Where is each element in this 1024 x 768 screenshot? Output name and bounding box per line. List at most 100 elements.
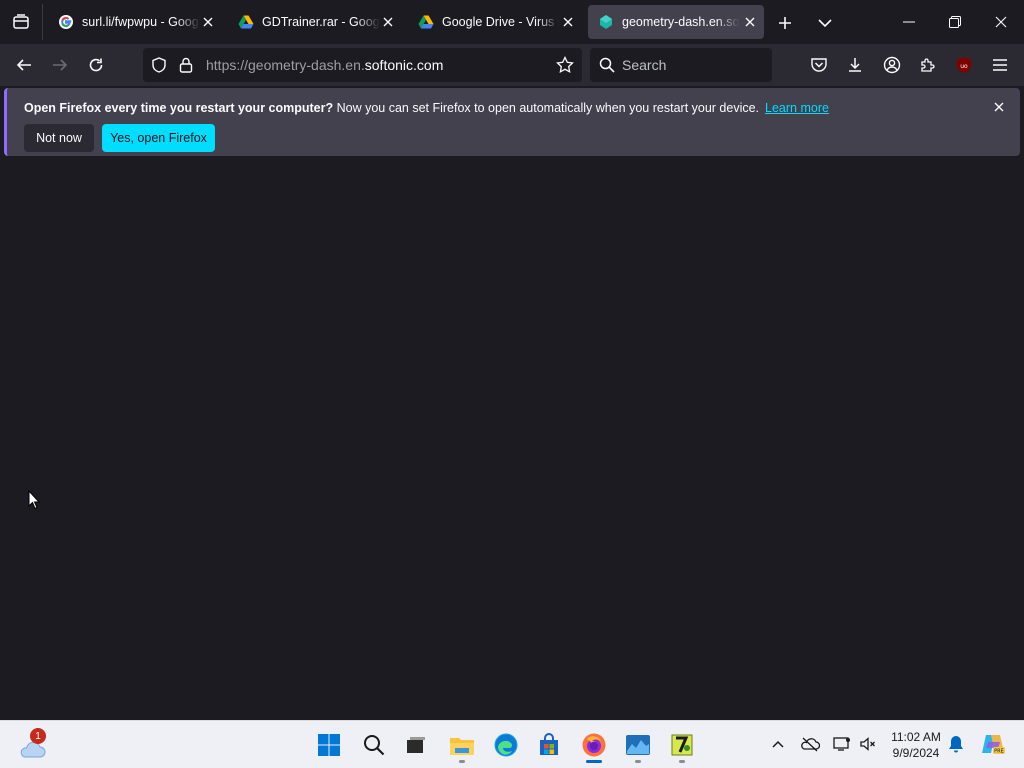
minimize-icon (903, 21, 915, 23)
plus-icon (779, 17, 791, 29)
tab-title: Google Drive - Virus sca (442, 15, 560, 29)
edge-button[interactable] (488, 727, 524, 763)
clock-date: 9/9/2024 (892, 746, 940, 760)
taskbar-search-button[interactable] (356, 727, 392, 763)
taskbar: 1 11:02 AM 9/9/2024 PRE (0, 720, 1024, 768)
google-drive-icon (418, 14, 434, 30)
store-icon (540, 733, 558, 755)
softonic-icon (598, 14, 614, 30)
tab-title: GDTrainer.rar - Google D (262, 15, 380, 29)
restore-icon (949, 16, 961, 28)
url-prefix: https://geometry-dash.en. (206, 57, 365, 73)
clock-time: 11:02 AM (891, 730, 941, 744)
tab-title: surl.li/fwpwpu - Google (82, 15, 200, 29)
weather-badge: 1 (30, 728, 46, 744)
copilot-icon[interactable]: PRE (980, 731, 1006, 757)
close-notification-icon[interactable] (992, 100, 1006, 114)
browser-window: surl.li/fwpwpu - Google GDTrainer.rar - … (0, 0, 1024, 720)
forward-button[interactable] (46, 51, 74, 79)
windows-start-icon (318, 734, 340, 756)
firefox-view-button[interactable] (6, 6, 36, 38)
notification-text: Now you can set Firefox to open automati… (333, 101, 760, 115)
task-view-button[interactable] (398, 727, 434, 763)
list-all-tabs-button[interactable] (812, 10, 838, 36)
firefox-icon (582, 733, 606, 757)
ublock-origin-button[interactable]: uo (950, 51, 978, 79)
account-icon (883, 56, 901, 74)
close-tab-icon[interactable] (200, 14, 216, 30)
mouse-cursor-icon (28, 489, 41, 515)
notification-message: Open Firefox every time you restart your… (24, 101, 829, 115)
pocket-button[interactable] (805, 51, 833, 79)
arrow-right-icon (53, 59, 68, 71)
start-button[interactable] (311, 727, 347, 763)
bookmark-star-icon[interactable] (556, 55, 574, 79)
close-tab-icon[interactable] (380, 14, 396, 30)
tab-gdtrainer[interactable]: GDTrainer.rar - Google D (228, 5, 402, 39)
url-bar[interactable]: https://geometry-dash.en.softonic.com (143, 48, 582, 82)
file-explorer-button[interactable] (444, 727, 480, 763)
firefox-taskbar-button[interactable] (576, 727, 612, 763)
tab-surl[interactable]: surl.li/fwpwpu - Google (48, 5, 222, 39)
search-icon (364, 735, 385, 756)
learn-more-link[interactable]: Learn more (765, 101, 829, 115)
not-now-button[interactable]: Not now (24, 124, 94, 152)
store-button[interactable] (531, 727, 567, 763)
tracking-protection-icon[interactable] (151, 57, 167, 78)
network-tray-icon[interactable] (832, 734, 852, 754)
system-clock[interactable]: 11:02 AM 9/9/2024 (884, 729, 948, 761)
close-tab-icon[interactable] (560, 14, 576, 30)
back-button[interactable] (10, 51, 38, 79)
arrow-left-icon (16, 59, 31, 71)
chevron-up-icon (772, 740, 784, 748)
onedrive-tray-icon[interactable] (800, 734, 820, 754)
firefox-view-icon (13, 14, 29, 29)
volume-muted-icon[interactable] (858, 734, 878, 754)
7zip-button[interactable] (664, 727, 700, 763)
task-view-icon (407, 737, 425, 753)
notification-bar: Open Firefox every time you restart your… (4, 88, 1020, 156)
hamburger-menu-icon (993, 59, 1007, 71)
url-domain: softonic.com (364, 57, 444, 73)
svg-text:PRE: PRE (994, 749, 1004, 755)
new-tab-button[interactable] (772, 10, 798, 36)
reload-button[interactable] (82, 51, 110, 79)
tab-separator (42, 4, 43, 40)
search-bar[interactable]: Search (590, 48, 772, 82)
tab-softonic[interactable]: geometry-dash.en.softonic (588, 5, 764, 39)
tab-strip: surl.li/fwpwpu - Google GDTrainer.rar - … (0, 0, 1024, 44)
extensions-button[interactable] (914, 51, 942, 79)
lock-icon[interactable] (179, 57, 193, 78)
minimize-button[interactable] (886, 0, 932, 44)
app-menu-button[interactable] (986, 51, 1014, 79)
url-text: https://geometry-dash.en.softonic.com (206, 57, 443, 73)
puzzle-icon (921, 58, 935, 72)
search-icon (599, 57, 615, 78)
close-icon (995, 16, 1007, 28)
downloads-button[interactable] (841, 51, 869, 79)
notifications-bell-icon[interactable] (946, 734, 966, 754)
account-button[interactable] (878, 51, 906, 79)
notification-title: Open Firefox every time you restart your… (24, 101, 334, 115)
close-window-button[interactable] (978, 0, 1024, 44)
pocket-icon (811, 58, 827, 72)
google-icon (58, 14, 74, 30)
running-indicator (679, 760, 685, 763)
google-drive-icon (238, 14, 254, 30)
app-taskbar-button[interactable] (620, 727, 656, 763)
running-indicator (635, 760, 641, 763)
close-tab-icon[interactable] (742, 14, 758, 30)
reload-icon (89, 58, 103, 72)
restore-button[interactable] (932, 0, 978, 44)
yes-open-firefox-button[interactable]: Yes, open Firefox (102, 124, 215, 152)
edge-icon (494, 733, 518, 757)
navigation-toolbar: https://geometry-dash.en.softonic.com Se… (0, 44, 1024, 86)
active-indicator (586, 760, 602, 763)
running-indicator (459, 760, 465, 763)
show-hidden-icons-button[interactable] (768, 734, 788, 754)
app-icon (626, 735, 650, 755)
file-explorer-icon (450, 738, 474, 755)
tab-title: geometry-dash.en.softonic (622, 15, 740, 29)
tab-google-drive-virus[interactable]: Google Drive - Virus sca (408, 5, 582, 39)
7zip-icon (671, 734, 693, 756)
